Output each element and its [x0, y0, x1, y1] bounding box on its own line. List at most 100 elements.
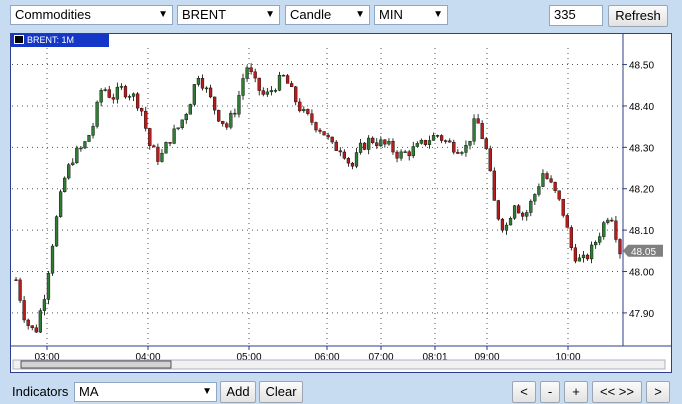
indicator-select[interactable]: MA ▼ [74, 382, 217, 402]
y-tick-label: 48.30 [629, 143, 654, 154]
candle-body [156, 146, 160, 162]
y-tick-label: 48.40 [629, 102, 654, 113]
candle-body [42, 299, 47, 311]
candle-body [488, 148, 492, 172]
candle-body [18, 279, 22, 301]
candle-body [164, 142, 168, 154]
candle-body [419, 139, 423, 144]
interval-select[interactable]: MIN ▼ [374, 5, 448, 25]
candle-body [140, 107, 144, 112]
candle-body [127, 96, 132, 98]
candle-body [261, 90, 265, 95]
candle-body [22, 300, 26, 321]
symbol-value: BRENT [182, 7, 227, 22]
candle-body [423, 139, 428, 145]
candle-body [34, 327, 38, 333]
candle-body [492, 170, 496, 201]
candle-body [281, 74, 286, 77]
chart-legend: BRENT: 1M [11, 34, 109, 47]
candle-body [602, 222, 606, 237]
y-tick-label: 48.10 [629, 226, 654, 237]
candle-body [148, 128, 152, 146]
candle-body [440, 135, 444, 141]
candle-body [225, 123, 229, 128]
bars-count-input[interactable]: 335 [549, 5, 603, 26]
candle-body [285, 75, 290, 84]
candle-body [46, 272, 51, 300]
chevron-down-icon: ▼ [158, 9, 168, 20]
candle-body [407, 151, 411, 157]
candle-body [241, 78, 245, 96]
candle-body [265, 91, 269, 95]
scroll-left-button[interactable]: < [512, 381, 536, 403]
candle-body [379, 139, 383, 147]
candle-body [354, 152, 359, 167]
candle-body [119, 86, 124, 88]
chevron-down-icon: ▼ [355, 9, 365, 20]
candle-body [314, 122, 318, 131]
indicators-label: Indicators [12, 384, 69, 399]
candle-body [83, 141, 87, 149]
candle-body [484, 138, 488, 149]
candle-body [253, 71, 257, 79]
refresh-button[interactable]: Refresh [608, 5, 668, 27]
scroll-right-button[interactable]: > [646, 381, 670, 403]
y-tick-label: 48.50 [629, 61, 654, 72]
candle-body [310, 113, 314, 123]
candle-body [103, 89, 107, 91]
candle-body [618, 239, 622, 255]
candle-body [468, 140, 472, 146]
candle-body [569, 227, 573, 248]
add-indicator-button[interactable]: Add [220, 381, 256, 403]
candle-body [452, 141, 456, 153]
candle-body [213, 96, 217, 111]
candle-body [75, 147, 79, 164]
candle-body [237, 95, 241, 115]
candle-body [160, 152, 164, 162]
candle-body [87, 135, 91, 142]
candle-body [111, 97, 115, 100]
candle-body [14, 279, 18, 281]
candle-body [298, 101, 302, 112]
chart-type-value: Candle [290, 7, 332, 22]
time-scrollbar-thumb[interactable] [20, 360, 172, 369]
price-chart[interactable]: 48.5048.4048.3048.2048.1048.0047.9003:00… [11, 34, 671, 372]
candle-body [399, 151, 403, 159]
candle-body [577, 257, 582, 262]
candle-body [290, 83, 294, 88]
candle-body [322, 131, 326, 136]
candle-body [135, 93, 140, 109]
candle-body [387, 140, 391, 145]
candle-body [196, 78, 201, 85]
candle-body [553, 181, 557, 191]
zoom-out-button[interactable]: - [540, 381, 560, 403]
candle-body [249, 67, 253, 73]
candle-body [512, 205, 517, 219]
candle-body [565, 215, 569, 228]
candle-body [383, 139, 387, 145]
candle-body [371, 137, 375, 143]
candle-body [614, 220, 618, 240]
category-select[interactable]: Commodities ▼ [10, 5, 173, 25]
chart-type-select[interactable]: Candle ▼ [285, 5, 370, 25]
candle-body [537, 186, 541, 195]
zoom-in-button[interactable]: + [564, 381, 588, 403]
candle-body [144, 110, 148, 129]
candle-body [277, 74, 282, 91]
candle-body [38, 310, 42, 333]
candle-body [269, 90, 274, 93]
candle-body [54, 216, 59, 247]
candle-body [444, 140, 448, 142]
candle-body [273, 90, 278, 92]
clear-indicators-button[interactable]: Clear [259, 381, 303, 403]
candle-body [257, 77, 261, 91]
candle-body [318, 129, 322, 132]
symbol-select[interactable]: BRENT ▼ [177, 5, 280, 25]
indicator-value: MA [79, 384, 99, 399]
candle-body [573, 247, 578, 262]
show-all-button[interactable]: << >> [592, 381, 642, 403]
candle-body [350, 162, 355, 167]
candle-body [395, 151, 399, 159]
candle-body [561, 198, 565, 216]
candle-body [500, 218, 505, 231]
